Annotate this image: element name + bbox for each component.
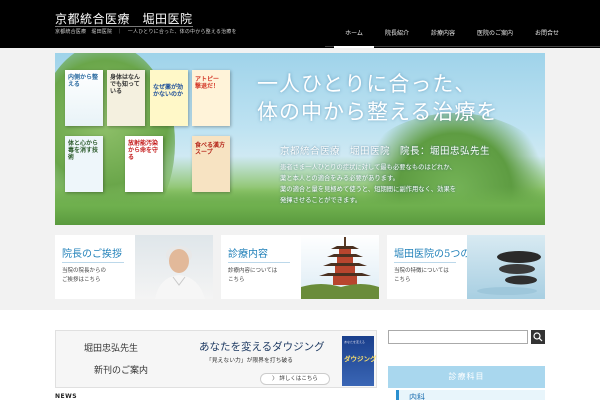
card-features[interactable]: 堀田医院の5つの特徴 当院の特徴については こちら <box>387 235 545 299</box>
card-title: 院長のご挨拶 <box>62 249 122 260</box>
site-title[interactable]: 京都統合医療 堀田医院 <box>55 13 193 27</box>
book-cover: 放射能汚染から命を守る <box>125 136 163 192</box>
stones-photo <box>467 235 545 299</box>
card-title: 診療内容 <box>228 249 268 260</box>
main-nav: ホーム 院長紹介 診療内容 医院のご案内 お問合せ <box>334 26 570 48</box>
book-cover: なぜ薬が効かないのか <box>150 70 188 126</box>
menu-item-internal-medicine[interactable]: 内科 <box>396 390 545 400</box>
news-heading: NEWS <box>55 393 78 400</box>
search-button[interactable] <box>531 330 545 344</box>
book-cover: アトピー 撃退だ！ <box>192 70 230 126</box>
banner-title: あなたを変えるダウジング <box>199 341 325 353</box>
card-text: 当院の院長からの ご挨拶はこちら <box>62 268 107 283</box>
search-input[interactable] <box>388 330 528 344</box>
card-director-greeting[interactable]: 院長のご挨拶 当院の院長からの ご挨拶はこちら <box>55 235 213 299</box>
card-text: 診療内容については こちら <box>228 268 278 283</box>
hero-body-text: 患者さま一人ひとりの症状に対して最も必要なものはどれか、 薬と本人との適合をみる… <box>280 164 457 204</box>
hero-headline-line2: 体の中から整える治療を <box>257 100 499 124</box>
nav-item-treatment[interactable]: 診療内容 <box>420 26 466 48</box>
nav-item-director[interactable]: 院長紹介 <box>374 26 420 48</box>
banner-subtitle: 「見えない力」が限界を打ち破る <box>206 358 293 364</box>
banner-book-cover: あなたを変える ダウジング <box>342 336 376 386</box>
hero-subheadline: 京都統合医療 堀田医院 院長：堀田忠弘先生 <box>280 146 491 157</box>
book-cover: 食べる漢方スープ <box>192 136 230 192</box>
card-text: 当院の特徴については こちら <box>394 268 449 283</box>
site-description: 京都統合医療 堀田医院 ｜ 一人ひとりに合った、体の中から整える治療を <box>55 29 237 35</box>
site-header: 京都統合医療 堀田医院 京都統合医療 堀田医院 ｜ 一人ひとりに合った、体の中か… <box>0 0 600 48</box>
director-photo <box>135 235 213 299</box>
hero-banner: 内側から整える 身体はなんでも知っている なぜ薬が効かないのか アトピー 撃退だ… <box>55 53 545 225</box>
card-divider <box>228 262 290 263</box>
search-icon <box>533 332 543 342</box>
card-divider <box>62 262 124 263</box>
details-button[interactable]: 〉 詳しくはこちら <box>260 373 330 385</box>
new-book-banner[interactable]: 堀田忠弘先生 新刊のご案内 あなたを変えるダウジング 「見えない力」が限界を打ち… <box>55 330 377 388</box>
pagoda-photo <box>301 235 379 299</box>
treatment-menu-title: 診療科目 <box>388 366 545 388</box>
book-cover: 身体はなんでも知っている <box>107 70 145 126</box>
book-cover: 内側から整える <box>65 70 103 126</box>
nav-item-home[interactable]: ホーム <box>334 26 374 48</box>
banner-caption: 新刊のご案内 <box>94 366 149 376</box>
nav-item-contact[interactable]: お問合せ <box>524 26 570 48</box>
banner-author: 堀田忠弘先生 <box>84 344 139 354</box>
book-cover: 体と心から毒を消す技術 <box>65 136 103 192</box>
card-treatment[interactable]: 診療内容 診療内容については こちら <box>221 235 379 299</box>
nav-item-clinic-info[interactable]: 医院のご案内 <box>466 26 524 48</box>
card-divider <box>394 262 456 263</box>
hero-headline-line1: 一人ひとりに合った、 <box>257 72 477 96</box>
